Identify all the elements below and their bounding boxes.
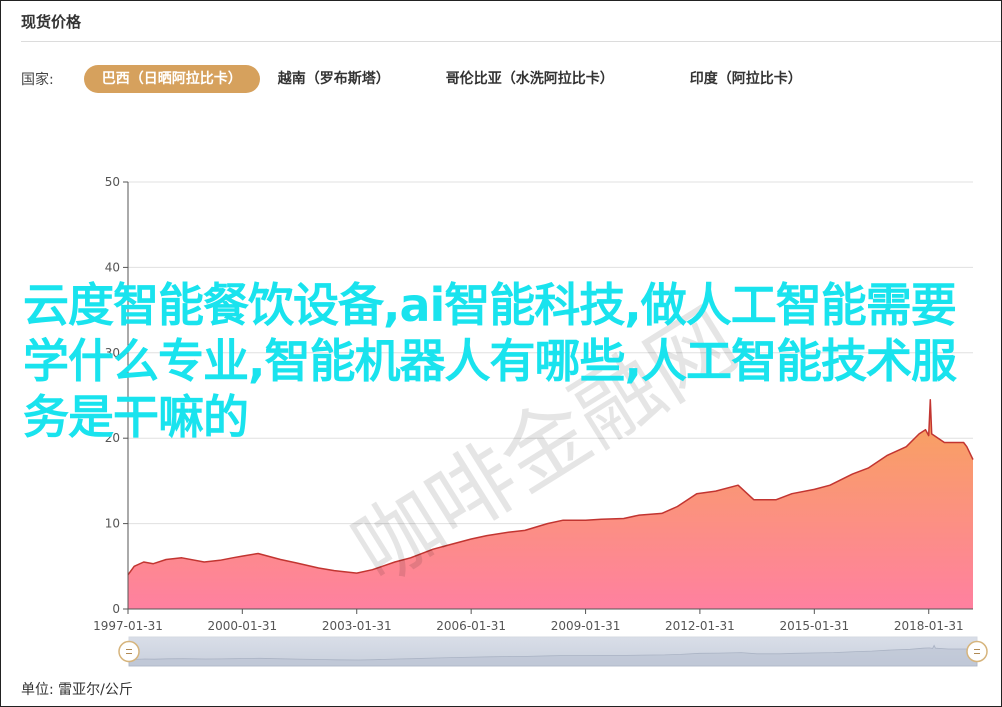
x-tick-label: 2006-01-31	[436, 619, 506, 633]
y-tick-label: 50	[105, 175, 120, 189]
chart-card: 现货价格 国家: 巴西（日晒阿拉比卡） 越南（罗布斯塔） 哥伦比亚（水洗阿拉比卡…	[0, 0, 1002, 707]
x-tick-label: 2009-01-31	[551, 619, 621, 633]
x-tick-label: 2000-01-31	[207, 619, 277, 633]
price-chart: 0 10 20 30 40 50 1997-01-31 2000-01-31 2003-01-3…	[93, 175, 988, 667]
zoom-handle-right[interactable]	[966, 640, 988, 663]
y-tick-label: 20	[105, 431, 120, 445]
x-tick-label: 2003-01-31	[322, 619, 392, 633]
x-tick-label: 2015-01-31	[779, 619, 849, 633]
zoom-handle-left-knob[interactable]	[118, 640, 140, 663]
y-tick-label: 0	[112, 602, 120, 616]
zoom-handle-left[interactable]	[118, 640, 140, 663]
data-zoom-slider[interactable]	[118, 636, 988, 667]
y-tick-label: 10	[105, 517, 120, 531]
y-tick-label: 30	[105, 346, 120, 360]
unit-label: 单位: 雷亚尔/公斤	[21, 682, 133, 698]
y-tick-label: 40	[105, 260, 120, 274]
zoom-handle-right-knob[interactable]	[966, 640, 988, 663]
x-tick-label: 1997-01-31	[93, 619, 163, 633]
x-tick-label: 2018-01-31	[894, 619, 964, 633]
x-tick-label: 2012-01-31	[665, 619, 735, 633]
